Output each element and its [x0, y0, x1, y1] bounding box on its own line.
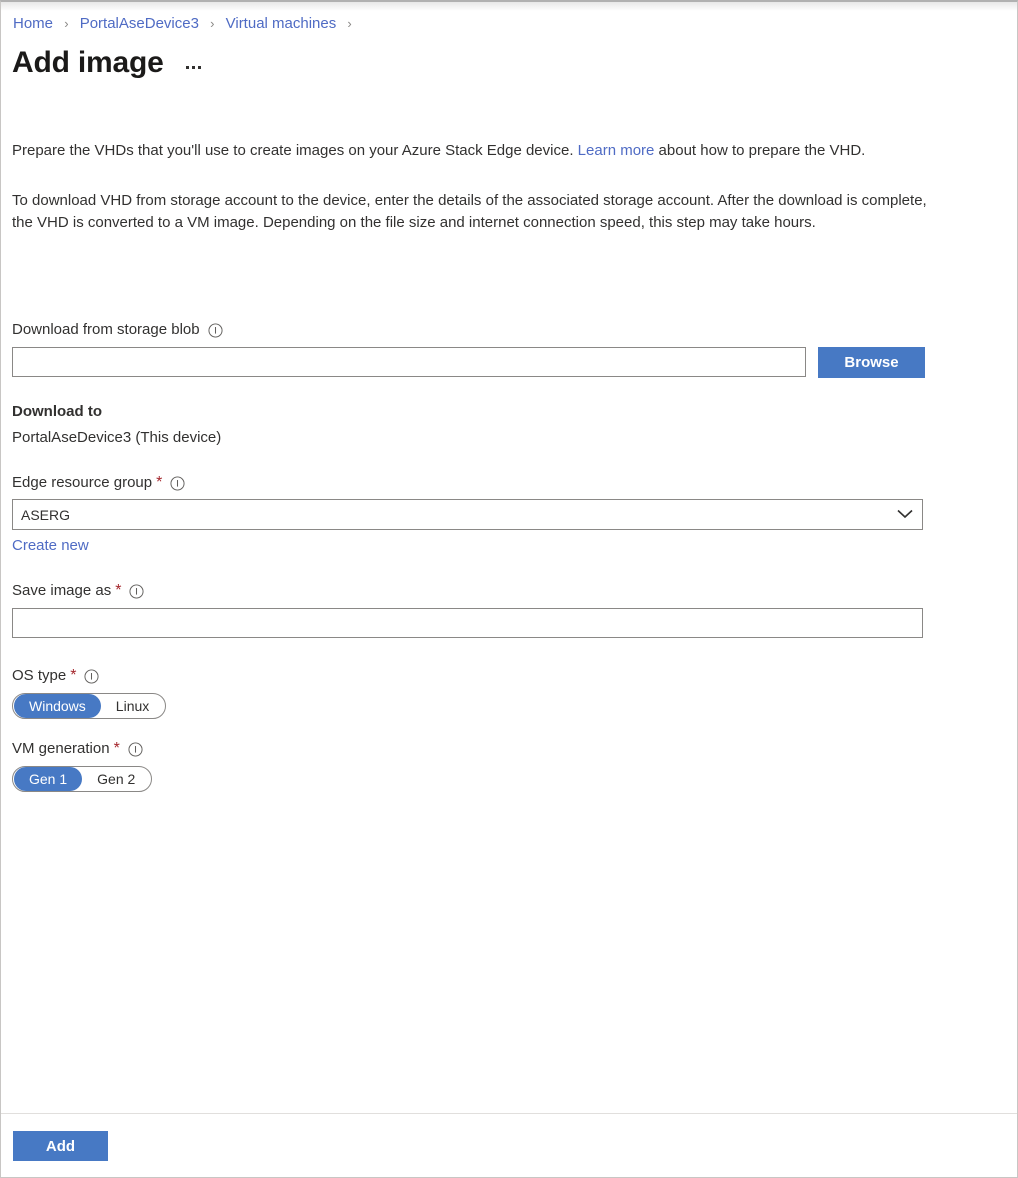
more-options-icon[interactable]: [184, 62, 203, 73]
breadcrumb-separator: ›: [210, 16, 214, 31]
vm-generation-field-group: VM generation * Gen 1 Gen 2: [12, 739, 927, 792]
blade-top-shadow: [1, 2, 1017, 11]
edge-resource-group-selected-value: ASERG: [21, 507, 70, 523]
title-row: Add image: [12, 44, 203, 82]
page-title: Add image: [12, 44, 164, 82]
storage-blob-input[interactable]: [12, 347, 806, 377]
breadcrumb-separator: ›: [64, 16, 68, 31]
os-type-label-row: OS type *: [12, 666, 927, 686]
os-type-label: OS type: [12, 666, 66, 686]
edge-resource-group-label: Edge resource group: [12, 473, 152, 493]
blade-content: Prepare the VHDs that you'll use to crea…: [12, 140, 927, 792]
edge-resource-group-select-wrap: ASERG: [12, 499, 923, 530]
vm-generation-label-row: VM generation *: [12, 739, 927, 759]
storage-blob-field-group: Download from storage blob Browse: [12, 320, 927, 378]
browse-button[interactable]: Browse: [818, 347, 925, 378]
create-new-link[interactable]: Create new: [12, 537, 89, 554]
intro-paragraph-1-before: Prepare the VHDs that you'll use to crea…: [12, 142, 578, 159]
edge-resource-group-select[interactable]: ASERG: [12, 499, 923, 530]
info-icon[interactable]: [129, 584, 144, 599]
download-to-label: Download to: [12, 402, 927, 422]
info-icon[interactable]: [128, 742, 143, 757]
save-image-as-label-row: Save image as *: [12, 581, 927, 601]
breadcrumb-item-portalasedevice3[interactable]: PortalAseDevice3: [80, 15, 199, 32]
vm-generation-option-gen1[interactable]: Gen 1: [14, 767, 82, 791]
intro-paragraph-1-after: about how to prepare the VHD.: [654, 142, 865, 159]
required-asterisk: *: [114, 742, 120, 756]
dot: [198, 66, 201, 69]
download-to-value: PortalAseDevice3 (This device): [12, 428, 927, 448]
breadcrumb-item-home[interactable]: Home: [13, 15, 53, 32]
save-image-as-input-row: [12, 608, 927, 638]
required-asterisk: *: [156, 476, 162, 490]
vm-generation-toggle: Gen 1 Gen 2: [12, 766, 152, 792]
storage-blob-input-row: Browse: [12, 347, 927, 378]
info-icon[interactable]: [170, 476, 185, 491]
download-to-group: Download to PortalAseDevice3 (This devic…: [12, 402, 927, 448]
os-type-option-linux[interactable]: Linux: [101, 694, 164, 718]
vm-generation-option-gen2[interactable]: Gen 2: [82, 767, 150, 791]
info-icon[interactable]: [208, 323, 223, 338]
os-type-option-windows[interactable]: Windows: [14, 694, 101, 718]
add-image-blade: Home › PortalAseDevice3 › Virtual machin…: [0, 0, 1018, 1178]
breadcrumb-separator-trailing: ›: [347, 16, 351, 31]
learn-more-link[interactable]: Learn more: [578, 142, 655, 159]
os-type-toggle: Windows Linux: [12, 693, 166, 719]
required-asterisk: *: [115, 584, 121, 598]
edge-resource-group-label-row: Edge resource group *: [12, 473, 927, 493]
save-image-as-label: Save image as: [12, 581, 111, 601]
save-image-as-field-group: Save image as *: [12, 581, 927, 638]
breadcrumb: Home › PortalAseDevice3 › Virtual machin…: [13, 14, 359, 34]
required-asterisk: *: [70, 669, 76, 683]
os-type-field-group: OS type * Windows Linux: [12, 666, 927, 719]
storage-blob-label: Download from storage blob: [12, 320, 200, 340]
vm-generation-label: VM generation: [12, 739, 110, 759]
storage-blob-label-row: Download from storage blob: [12, 320, 927, 340]
edge-resource-group-field-group: Edge resource group * ASERG: [12, 473, 927, 555]
save-image-as-input[interactable]: [12, 608, 923, 638]
dot: [192, 66, 195, 69]
blade-footer: Add: [1, 1113, 1017, 1177]
info-icon[interactable]: [84, 669, 99, 684]
add-button[interactable]: Add: [13, 1131, 108, 1161]
intro-paragraph-2: To download VHD from storage account to …: [12, 190, 927, 234]
breadcrumb-item-virtual-machines[interactable]: Virtual machines: [226, 15, 337, 32]
dot: [186, 66, 189, 69]
intro-paragraph-1: Prepare the VHDs that you'll use to crea…: [12, 140, 927, 162]
